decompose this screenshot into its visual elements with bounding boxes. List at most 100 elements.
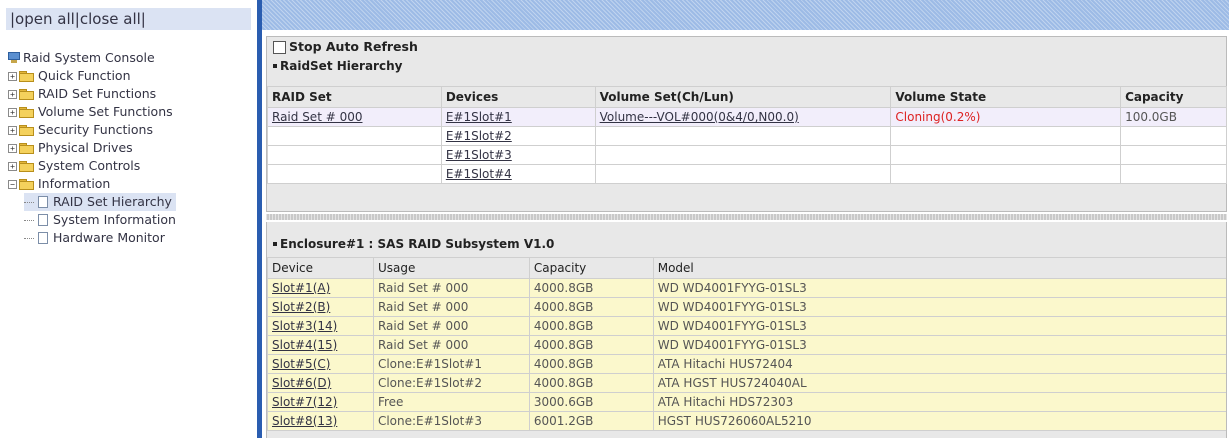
table-row: Slot#1(A) Raid Set # 000 4000.8GB WD WD4… <box>267 278 1226 298</box>
tree-connector <box>24 237 34 239</box>
folder-open-icon <box>19 178 34 190</box>
tree-folder-raid-set-functions[interactable]: + RAID Set Functions <box>8 85 176 103</box>
volume-set-link[interactable]: Volume---VOL#000(0&4/0,N00.0) <box>600 110 799 124</box>
tree-item-label: Hardware Monitor <box>53 230 165 245</box>
volume-set-cell <box>594 164 892 184</box>
device-cell: E#1Slot#3 <box>440 145 596 165</box>
device-cell: E#1Slot#4 <box>440 164 596 184</box>
folder-icon <box>19 142 34 154</box>
close-all-link[interactable]: |close all| <box>75 10 146 28</box>
capacity-cell <box>1120 126 1227 146</box>
tree-root-label: Raid System Console <box>23 50 155 65</box>
page-icon <box>38 214 48 226</box>
column-header: Devices <box>440 86 596 108</box>
table-header-row: RAID Set Devices Volume Set(Ch/Lun) Volu… <box>267 86 1227 108</box>
device-link[interactable]: E#1Slot#1 <box>446 110 512 124</box>
raid-set-link[interactable]: Raid Set # 000 <box>272 110 363 124</box>
raidset-section-title: RaidSet Hierarchy <box>267 57 1226 75</box>
header-banner <box>262 0 1229 30</box>
tree-folder-label: System Controls <box>38 158 141 173</box>
column-header: Model <box>652 257 1226 279</box>
tree-item-label: RAID Set Hierarchy <box>53 194 172 209</box>
slot-link[interactable]: Slot#6(D) <box>272 376 331 390</box>
tree-item-hardware-monitor[interactable]: Hardware Monitor <box>24 229 176 247</box>
capacity-cell: 4000.8GB <box>528 278 654 298</box>
enclosure-title-text: Enclosure#1 : SAS RAID Subsystem V1.0 <box>280 237 555 251</box>
tree-folder-volume-set-functions[interactable]: + Volume Set Functions <box>8 103 176 121</box>
device-cell: Slot#3(14) <box>267 316 374 336</box>
slot-link[interactable]: Slot#3(14) <box>272 319 337 333</box>
tree-root[interactable]: Raid System Console <box>8 49 176 67</box>
stop-auto-refresh-label: Stop Auto Refresh <box>289 39 418 54</box>
table-row: Slot#7(12) Free 3000.6GB ATA Hitachi HDS… <box>267 392 1226 412</box>
frame-splitter[interactable] <box>266 214 1227 220</box>
usage-cell: Clone:E#1Slot#1 <box>372 354 530 374</box>
usage-cell: Raid Set # 000 <box>372 335 530 355</box>
capacity-cell: 4000.8GB <box>528 354 654 374</box>
raid-set-cell <box>267 145 442 165</box>
model-cell: WD WD4001FYYG-01SL3 <box>652 297 1226 317</box>
volume-set-cell <box>594 145 892 165</box>
table-row: Slot#2(B) Raid Set # 000 4000.8GB WD WD4… <box>267 297 1226 317</box>
folder-icon <box>19 88 34 100</box>
expand-icon[interactable]: + <box>8 71 17 81</box>
tree-folder-quick-function[interactable]: + Quick Function <box>8 67 176 85</box>
tree-item-raid-set-hierarchy[interactable]: RAID Set Hierarchy <box>24 193 176 211</box>
column-header: Volume Set(Ch/Lun) <box>594 86 892 108</box>
stop-auto-refresh-checkbox[interactable] <box>273 40 286 54</box>
enclosure-section-title: Enclosure#1 : SAS RAID Subsystem V1.0 <box>267 235 1226 253</box>
device-cell: E#1Slot#2 <box>440 126 596 146</box>
tree-connector <box>24 219 34 221</box>
slot-link[interactable]: Slot#2(B) <box>272 300 330 314</box>
tree-folder-label: RAID Set Functions <box>38 86 157 101</box>
model-cell: HGST HUS726060AL5210 <box>652 411 1226 431</box>
volume-set-cell <box>594 126 892 146</box>
slot-link[interactable]: Slot#1(A) <box>272 281 330 295</box>
slot-link[interactable]: Slot#4(15) <box>272 338 337 352</box>
device-cell: Slot#2(B) <box>267 297 374 317</box>
capacity-cell <box>1120 145 1227 165</box>
page-icon <box>38 232 48 244</box>
volume-state-cell <box>890 145 1122 165</box>
enclosure-panel: Enclosure#1 : SAS RAID Subsystem V1.0 De… <box>266 222 1227 438</box>
column-header: Volume State <box>890 86 1122 108</box>
capacity-cell: 4000.8GB <box>528 316 654 336</box>
usage-cell: Free <box>372 392 530 412</box>
tree-folder-security-functions[interactable]: + Security Functions <box>8 121 176 139</box>
collapse-icon[interactable]: − <box>8 179 17 189</box>
device-cell: Slot#7(12) <box>267 392 374 412</box>
device-link[interactable]: E#1Slot#4 <box>446 167 512 181</box>
device-link[interactable]: E#1Slot#2 <box>446 129 512 143</box>
tree-item-system-information[interactable]: System Information <box>24 211 176 229</box>
tree-folder-physical-drives[interactable]: + Physical Drives <box>8 139 176 157</box>
capacity-cell: 3000.6GB <box>528 392 654 412</box>
raidset-panel: Stop Auto Refresh RaidSet Hierarchy RAID… <box>266 36 1227 212</box>
tree-folder-information[interactable]: − Information <box>8 175 176 193</box>
raidset-title-text: RaidSet Hierarchy <box>280 59 403 73</box>
tree-toolbar: |open all|close all| <box>6 8 251 30</box>
expand-icon[interactable]: + <box>8 125 17 135</box>
raid-set-cell: Raid Set # 000 <box>267 107 442 127</box>
folder-icon <box>19 106 34 118</box>
open-all-link[interactable]: |open all <box>10 10 75 28</box>
console-icon <box>8 52 20 64</box>
expand-icon[interactable]: + <box>8 161 17 171</box>
device-link[interactable]: E#1Slot#3 <box>446 148 512 162</box>
expand-icon[interactable]: + <box>8 143 17 153</box>
slot-link[interactable]: Slot#8(13) <box>272 414 337 428</box>
expand-icon[interactable]: + <box>8 107 17 117</box>
slot-link[interactable]: Slot#7(12) <box>272 395 337 409</box>
model-cell: ATA Hitachi HDS72303 <box>652 392 1226 412</box>
device-cell: Slot#8(13) <box>267 411 374 431</box>
navigation-tree: Raid System Console + Quick Function + R… <box>8 49 176 247</box>
raidset-table: RAID Set Devices Volume Set(Ch/Lun) Volu… <box>267 86 1227 184</box>
stop-auto-refresh-row[interactable]: Stop Auto Refresh <box>267 37 1226 57</box>
table-row: E#1Slot#4 <box>267 164 1227 184</box>
bullet-icon <box>273 242 277 246</box>
tree-folder-system-controls[interactable]: + System Controls <box>8 157 176 175</box>
enclosure-table: Device Usage Capacity Model Slot#1(A) Ra… <box>267 257 1226 431</box>
table-row: Slot#5(C) Clone:E#1Slot#1 4000.8GB ATA H… <box>267 354 1226 374</box>
slot-link[interactable]: Slot#5(C) <box>272 357 330 371</box>
folder-icon <box>19 124 34 136</box>
expand-icon[interactable]: + <box>8 89 17 99</box>
